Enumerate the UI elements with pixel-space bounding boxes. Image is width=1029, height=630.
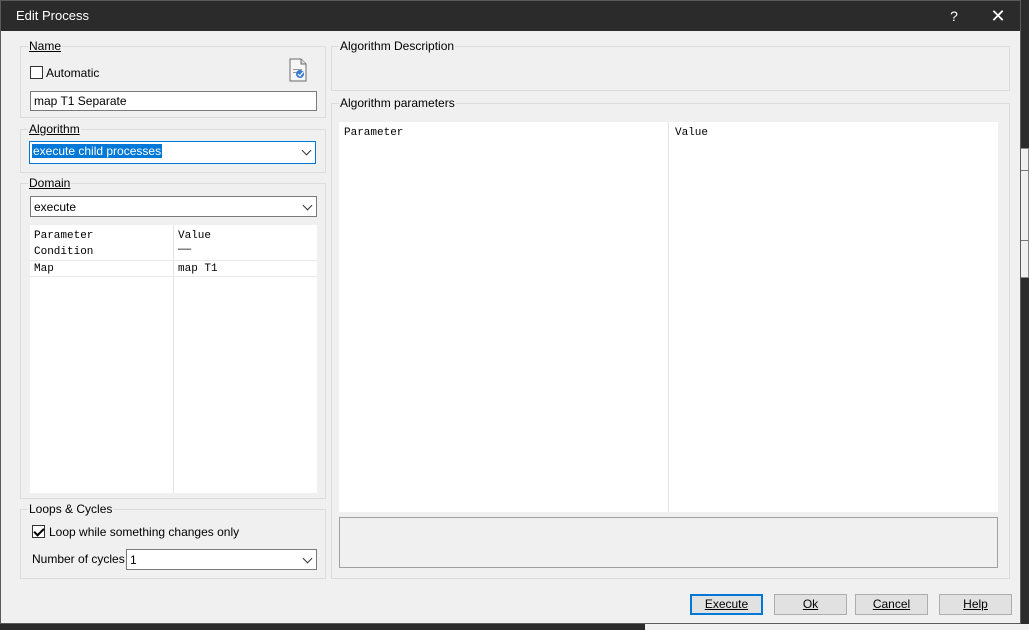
domain-group-label: Domain bbox=[28, 176, 72, 190]
help-button[interactable]: Help bbox=[939, 594, 1012, 615]
domain-select[interactable]: execute bbox=[30, 196, 317, 217]
number-of-cycles-select[interactable]: 1 bbox=[126, 549, 317, 570]
algorithm-parameters-label: Algorithm parameters bbox=[339, 96, 456, 110]
window-title: Edit Process bbox=[16, 8, 89, 23]
background-window-panel bbox=[1020, 148, 1029, 278]
title-bar: Edit Process ? ✕ bbox=[1, 1, 1020, 31]
close-title-button[interactable]: ✕ bbox=[976, 1, 1020, 31]
ok-button[interactable]: Ok bbox=[774, 594, 847, 615]
loop-while-changes-checkbox[interactable] bbox=[32, 525, 45, 538]
loops-group-label: Loops & Cycles bbox=[28, 502, 114, 516]
algorithm-description-text bbox=[339, 59, 999, 85]
grid-cell-parameter[interactable]: Condition bbox=[34, 246, 93, 258]
document-edit-icon[interactable] bbox=[288, 58, 308, 82]
algorithm-parameter-grid[interactable]: Parameter Value bbox=[339, 122, 998, 512]
algorithm-description-label: Algorithm Description bbox=[339, 39, 456, 53]
grid-header-value: Value bbox=[675, 127, 709, 139]
chevron-down-icon bbox=[301, 145, 312, 156]
grid-cell-value[interactable]: map T1 bbox=[178, 263, 218, 275]
column-divider bbox=[173, 225, 174, 493]
question-icon: ? bbox=[950, 8, 958, 24]
help-title-button[interactable]: ? bbox=[932, 1, 976, 31]
background-window-line bbox=[1020, 170, 1029, 171]
background-window-strip bbox=[645, 624, 1029, 630]
automatic-checkbox[interactable] bbox=[30, 66, 43, 79]
cancel-button[interactable]: Cancel bbox=[855, 594, 928, 615]
grid-cell-value[interactable]: —— bbox=[178, 244, 191, 256]
algorithm-group-label: Algorithm bbox=[28, 122, 81, 136]
algorithm-select[interactable]: execute child processes bbox=[29, 141, 316, 164]
loop-while-changes-label: Loop while something changes only bbox=[49, 525, 240, 539]
close-icon: ✕ bbox=[990, 6, 1006, 26]
chevron-down-icon bbox=[302, 553, 313, 564]
number-of-cycles-label: Number of cycles bbox=[32, 552, 125, 566]
chevron-down-icon bbox=[302, 200, 313, 211]
name-group-label: Name bbox=[28, 39, 63, 53]
grid-row-divider bbox=[30, 276, 317, 277]
grid-header-parameter: Parameter bbox=[34, 230, 94, 242]
domain-selected-value: execute bbox=[34, 200, 77, 214]
parameter-info-memo[interactable] bbox=[339, 517, 998, 568]
grid-header-value: Value bbox=[178, 230, 212, 242]
algorithm-selected-value: execute child processes bbox=[32, 144, 163, 158]
grid-cell-parameter[interactable]: Map bbox=[34, 263, 54, 275]
grid-row-divider bbox=[30, 260, 317, 261]
edit-process-dialog: Edit Process ? ✕ Name Automatic map T1 S… bbox=[0, 0, 1021, 624]
grid-header-parameter: Parameter bbox=[344, 127, 404, 139]
cycles-selected-value: 1 bbox=[130, 553, 137, 567]
automatic-label: Automatic bbox=[46, 66, 100, 80]
column-divider bbox=[668, 122, 669, 512]
process-name-input[interactable]: map T1 Separate bbox=[30, 91, 317, 111]
domain-parameter-grid[interactable]: Parameter Value Condition —— Map map T1 bbox=[30, 225, 317, 493]
execute-button[interactable]: Execute bbox=[690, 594, 763, 615]
background-window-line bbox=[1020, 240, 1029, 241]
